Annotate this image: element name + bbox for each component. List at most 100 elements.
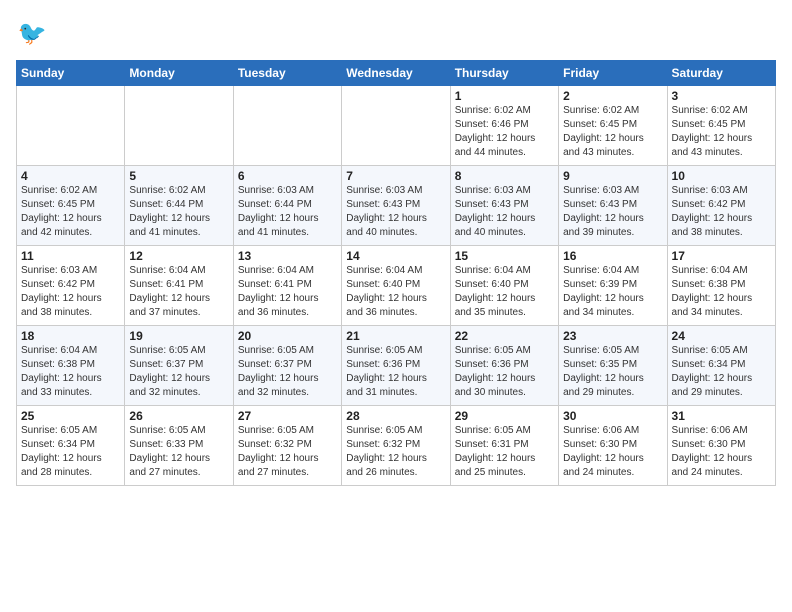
calendar-week-2: 4Sunrise: 6:02 AM Sunset: 6:45 PM Daylig… (17, 166, 776, 246)
day-number: 9 (563, 169, 662, 183)
calendar-cell: 2Sunrise: 6:02 AM Sunset: 6:45 PM Daylig… (559, 86, 667, 166)
calendar-cell: 13Sunrise: 6:04 AM Sunset: 6:41 PM Dayli… (233, 246, 341, 326)
calendar-week-3: 11Sunrise: 6:03 AM Sunset: 6:42 PM Dayli… (17, 246, 776, 326)
day-info: Sunrise: 6:06 AM Sunset: 6:30 PM Dayligh… (563, 424, 662, 480)
day-info: Sunrise: 6:06 AM Sunset: 6:30 PM Dayligh… (672, 424, 771, 480)
day-info: Sunrise: 6:04 AM Sunset: 6:38 PM Dayligh… (672, 264, 771, 320)
calendar-cell (125, 86, 233, 166)
page-header: 🐦 (16, 16, 776, 52)
calendar-cell: 14Sunrise: 6:04 AM Sunset: 6:40 PM Dayli… (342, 246, 450, 326)
day-info: Sunrise: 6:03 AM Sunset: 6:42 PM Dayligh… (21, 264, 120, 320)
weekday-header-wednesday: Wednesday (342, 61, 450, 86)
day-info: Sunrise: 6:04 AM Sunset: 6:41 PM Dayligh… (238, 264, 337, 320)
day-number: 3 (672, 89, 771, 103)
calendar-cell: 18Sunrise: 6:04 AM Sunset: 6:38 PM Dayli… (17, 326, 125, 406)
calendar-table: SundayMondayTuesdayWednesdayThursdayFrid… (16, 60, 776, 486)
weekday-header-sunday: Sunday (17, 61, 125, 86)
day-info: Sunrise: 6:03 AM Sunset: 6:43 PM Dayligh… (455, 184, 554, 240)
day-number: 8 (455, 169, 554, 183)
day-number: 28 (346, 409, 445, 423)
calendar-cell: 26Sunrise: 6:05 AM Sunset: 6:33 PM Dayli… (125, 406, 233, 486)
calendar-cell: 11Sunrise: 6:03 AM Sunset: 6:42 PM Dayli… (17, 246, 125, 326)
day-info: Sunrise: 6:05 AM Sunset: 6:31 PM Dayligh… (455, 424, 554, 480)
day-info: Sunrise: 6:03 AM Sunset: 6:44 PM Dayligh… (238, 184, 337, 240)
calendar-cell: 27Sunrise: 6:05 AM Sunset: 6:32 PM Dayli… (233, 406, 341, 486)
day-number: 26 (129, 409, 228, 423)
day-number: 29 (455, 409, 554, 423)
calendar-cell (17, 86, 125, 166)
day-info: Sunrise: 6:05 AM Sunset: 6:32 PM Dayligh… (346, 424, 445, 480)
calendar-cell: 9Sunrise: 6:03 AM Sunset: 6:43 PM Daylig… (559, 166, 667, 246)
weekday-header-thursday: Thursday (450, 61, 558, 86)
day-info: Sunrise: 6:04 AM Sunset: 6:38 PM Dayligh… (21, 344, 120, 400)
day-info: Sunrise: 6:04 AM Sunset: 6:40 PM Dayligh… (455, 264, 554, 320)
day-info: Sunrise: 6:05 AM Sunset: 6:37 PM Dayligh… (238, 344, 337, 400)
calendar-cell (342, 86, 450, 166)
day-number: 16 (563, 249, 662, 263)
calendar-cell: 1Sunrise: 6:02 AM Sunset: 6:46 PM Daylig… (450, 86, 558, 166)
day-number: 11 (21, 249, 120, 263)
day-number: 5 (129, 169, 228, 183)
calendar-cell: 20Sunrise: 6:05 AM Sunset: 6:37 PM Dayli… (233, 326, 341, 406)
calendar-cell: 10Sunrise: 6:03 AM Sunset: 6:42 PM Dayli… (667, 166, 775, 246)
day-info: Sunrise: 6:05 AM Sunset: 6:33 PM Dayligh… (129, 424, 228, 480)
day-number: 19 (129, 329, 228, 343)
calendar-cell: 16Sunrise: 6:04 AM Sunset: 6:39 PM Dayli… (559, 246, 667, 326)
calendar-cell: 28Sunrise: 6:05 AM Sunset: 6:32 PM Dayli… (342, 406, 450, 486)
calendar-cell: 5Sunrise: 6:02 AM Sunset: 6:44 PM Daylig… (125, 166, 233, 246)
day-number: 23 (563, 329, 662, 343)
day-number: 10 (672, 169, 771, 183)
day-info: Sunrise: 6:05 AM Sunset: 6:35 PM Dayligh… (563, 344, 662, 400)
calendar-week-4: 18Sunrise: 6:04 AM Sunset: 6:38 PM Dayli… (17, 326, 776, 406)
day-number: 6 (238, 169, 337, 183)
calendar-cell: 29Sunrise: 6:05 AM Sunset: 6:31 PM Dayli… (450, 406, 558, 486)
day-info: Sunrise: 6:03 AM Sunset: 6:42 PM Dayligh… (672, 184, 771, 240)
day-number: 15 (455, 249, 554, 263)
day-number: 17 (672, 249, 771, 263)
calendar-cell: 31Sunrise: 6:06 AM Sunset: 6:30 PM Dayli… (667, 406, 775, 486)
day-number: 4 (21, 169, 120, 183)
day-number: 12 (129, 249, 228, 263)
calendar-cell: 8Sunrise: 6:03 AM Sunset: 6:43 PM Daylig… (450, 166, 558, 246)
calendar-cell: 25Sunrise: 6:05 AM Sunset: 6:34 PM Dayli… (17, 406, 125, 486)
logo-icon: 🐦 (16, 16, 52, 52)
calendar-header-row: SundayMondayTuesdayWednesdayThursdayFrid… (17, 61, 776, 86)
day-number: 7 (346, 169, 445, 183)
day-number: 22 (455, 329, 554, 343)
day-number: 25 (21, 409, 120, 423)
day-info: Sunrise: 6:05 AM Sunset: 6:37 PM Dayligh… (129, 344, 228, 400)
day-info: Sunrise: 6:03 AM Sunset: 6:43 PM Dayligh… (346, 184, 445, 240)
day-number: 18 (21, 329, 120, 343)
calendar-cell: 30Sunrise: 6:06 AM Sunset: 6:30 PM Dayli… (559, 406, 667, 486)
day-info: Sunrise: 6:05 AM Sunset: 6:36 PM Dayligh… (455, 344, 554, 400)
calendar-cell: 22Sunrise: 6:05 AM Sunset: 6:36 PM Dayli… (450, 326, 558, 406)
day-info: Sunrise: 6:05 AM Sunset: 6:34 PM Dayligh… (672, 344, 771, 400)
day-info: Sunrise: 6:04 AM Sunset: 6:40 PM Dayligh… (346, 264, 445, 320)
day-info: Sunrise: 6:02 AM Sunset: 6:45 PM Dayligh… (672, 104, 771, 160)
calendar-cell: 7Sunrise: 6:03 AM Sunset: 6:43 PM Daylig… (342, 166, 450, 246)
day-info: Sunrise: 6:02 AM Sunset: 6:45 PM Dayligh… (21, 184, 120, 240)
day-number: 31 (672, 409, 771, 423)
calendar-cell: 17Sunrise: 6:04 AM Sunset: 6:38 PM Dayli… (667, 246, 775, 326)
day-info: Sunrise: 6:05 AM Sunset: 6:34 PM Dayligh… (21, 424, 120, 480)
calendar-cell: 4Sunrise: 6:02 AM Sunset: 6:45 PM Daylig… (17, 166, 125, 246)
weekday-header-monday: Monday (125, 61, 233, 86)
calendar-cell: 24Sunrise: 6:05 AM Sunset: 6:34 PM Dayli… (667, 326, 775, 406)
day-number: 13 (238, 249, 337, 263)
weekday-header-tuesday: Tuesday (233, 61, 341, 86)
day-number: 20 (238, 329, 337, 343)
day-number: 30 (563, 409, 662, 423)
day-info: Sunrise: 6:02 AM Sunset: 6:46 PM Dayligh… (455, 104, 554, 160)
day-info: Sunrise: 6:05 AM Sunset: 6:32 PM Dayligh… (238, 424, 337, 480)
weekday-header-friday: Friday (559, 61, 667, 86)
day-info: Sunrise: 6:04 AM Sunset: 6:41 PM Dayligh… (129, 264, 228, 320)
day-number: 14 (346, 249, 445, 263)
calendar-cell: 12Sunrise: 6:04 AM Sunset: 6:41 PM Dayli… (125, 246, 233, 326)
day-number: 1 (455, 89, 554, 103)
day-number: 27 (238, 409, 337, 423)
day-number: 2 (563, 89, 662, 103)
logo: 🐦 (16, 16, 56, 52)
day-info: Sunrise: 6:02 AM Sunset: 6:44 PM Dayligh… (129, 184, 228, 240)
weekday-header-saturday: Saturday (667, 61, 775, 86)
calendar-cell: 23Sunrise: 6:05 AM Sunset: 6:35 PM Dayli… (559, 326, 667, 406)
